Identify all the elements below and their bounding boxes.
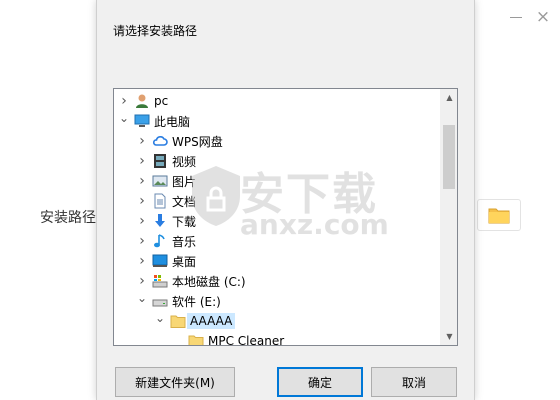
scroll-thumb[interactable] [443,125,455,189]
scroll-up-arrow[interactable]: ▲ [441,89,457,106]
tree-item[interactable]: › 本地磁盘 (C:) [114,271,440,291]
folder-tree[interactable]: › pc ⌄ 此电脑 › WPS网盘 › 视频 › 图片 › 文档 › 下载 › 音乐 › 桌面 › 本地磁盘 (C:… [113,88,458,346]
tree-item-label: 视频 [172,154,197,169]
cloud-icon [152,133,168,149]
tree-item[interactable]: › pc [114,91,440,111]
browse-folder-button[interactable] [477,199,521,231]
tree-item-label: 软件 (E:) [172,294,221,309]
browse-folder-dialog: 请选择安装路径 › pc ⌄ 此电脑 › WPS网盘 › 视频 › 图片 › 文档 › 下载 › 音乐 › 桌面 ›… [96,0,475,400]
scroll-down-arrow[interactable]: ▼ [441,328,457,345]
dialog-prompt: 请选择安装路径 [113,24,198,38]
tree-item[interactable]: › 下载 [114,211,440,231]
chevron-right-icon[interactable]: › [136,251,148,271]
download-icon [152,213,168,229]
tree-item-label: 桌面 [172,254,197,269]
folder-icon [170,313,186,329]
folder-icon [488,208,510,224]
tree-item[interactable]: ⌄ AAAAA [114,311,440,331]
tree-item-label: MPC Cleaner [208,334,285,345]
close-button[interactable]: × [533,7,553,27]
tree-item-label: AAAAA [187,313,236,329]
tree-scrollbar[interactable]: ▲ ▼ [440,89,457,345]
tree-item[interactable]: ⌄ 此电脑 [114,111,440,131]
chevron-down-icon[interactable]: ⌄ [118,108,130,128]
folder-tree-items: › pc ⌄ 此电脑 › WPS网盘 › 视频 › 图片 › 文档 › 下载 › 音乐 › 桌面 › 本地磁盘 (C:… [114,89,440,345]
tree-item-label: 图片 [172,174,197,189]
tree-item[interactable]: › WPS网盘 [114,131,440,151]
new-folder-button[interactable]: 新建文件夹(M) [115,367,235,397]
chevron-down-icon[interactable]: ⌄ [136,288,148,308]
chevron-right-icon[interactable]: › [136,151,148,171]
picture-icon [152,173,168,189]
computer-icon [134,113,150,129]
tree-item-label: 音乐 [172,234,197,249]
tree-item-label: 下载 [172,214,197,229]
tree-item[interactable]: › 图片 [114,171,440,191]
tree-item[interactable]: › 音乐 [114,231,440,251]
minimize-button[interactable] [507,8,525,26]
tree-item-label: pc [154,94,169,108]
ok-button[interactable]: 确定 [277,367,363,397]
chevron-right-icon[interactable]: › [136,211,148,231]
chevron-right-icon[interactable]: › [136,191,148,211]
video-icon [152,153,168,169]
chevron-right-icon[interactable]: › [136,131,148,151]
tree-item[interactable]: MPC Cleaner [114,331,440,345]
chevron-right-icon[interactable]: › [136,231,148,251]
folder-icon [188,333,204,345]
tree-item-label: WPS网盘 [172,134,223,149]
tree-item[interactable]: › 文档 [114,191,440,211]
chevron-down-icon[interactable]: ⌄ [154,308,166,328]
tree-item-label: 文档 [172,194,197,209]
tree-item-label: 本地磁盘 (C:) [172,274,246,289]
tree-item[interactable]: › 视频 [114,151,440,171]
install-path-label: 安装路径 [40,210,96,226]
tree-item-label: 此电脑 [154,114,191,129]
desktop-icon [152,253,168,269]
tree-item[interactable]: › 桌面 [114,251,440,271]
user-icon [134,93,150,109]
drive-c-icon [152,273,168,289]
music-icon [152,233,168,249]
cancel-button[interactable]: 取消 [371,367,457,397]
chevron-right-icon[interactable]: › [136,171,148,191]
drive-icon [152,293,168,309]
document-icon [152,193,168,209]
